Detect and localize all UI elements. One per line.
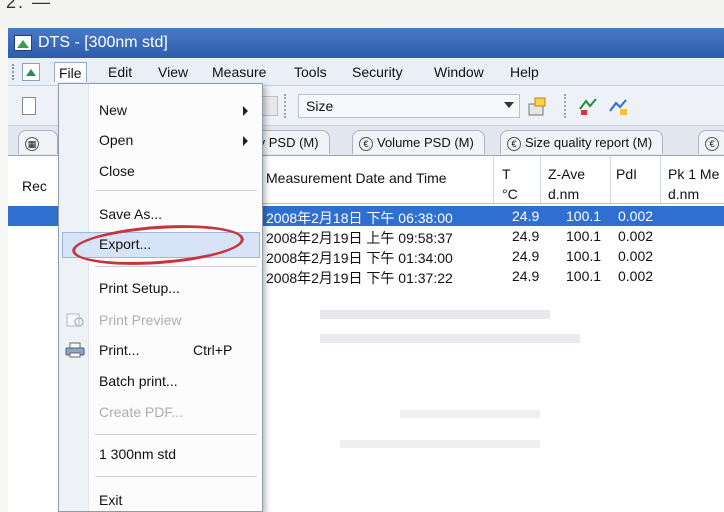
- menu-item-batch-print[interactable]: Batch print...: [99, 373, 178, 389]
- menu-separator: [95, 190, 257, 191]
- report-icon: €: [507, 136, 521, 151]
- submenu-arrow-icon: [243, 136, 248, 146]
- cropped-caption: 2. —: [6, 0, 53, 12]
- cell-zave: 100.1: [566, 208, 602, 224]
- file-menu-dropdown: New Open Close Save As... Export... Prin…: [58, 83, 263, 512]
- menu-separator: [95, 476, 257, 477]
- cell-zave: 100.1: [566, 248, 602, 264]
- document-window-icon[interactable]: [22, 63, 40, 81]
- menu-security[interactable]: Security: [348, 62, 407, 82]
- column-unit-zave: d.nm: [548, 186, 580, 202]
- cell-zave: 100.1: [566, 268, 602, 284]
- menu-item-create-pdf: Create PDF...: [99, 404, 184, 420]
- menu-item-recent-file[interactable]: 1 300nm std: [99, 446, 176, 462]
- toolbar-separator: [564, 94, 566, 118]
- menu-item-print-setup[interactable]: Print Setup...: [99, 280, 180, 296]
- row-header-label: Rec: [22, 178, 47, 194]
- menu-item-exit[interactable]: Exit: [99, 492, 122, 508]
- print-shortcut: Ctrl+P: [193, 342, 233, 358]
- cell-pdi: 0.002: [618, 208, 654, 224]
- cell-date: 2008年2月19日 下午 01:37:22: [266, 270, 453, 286]
- column-header-zave[interactable]: Z-Ave: [548, 166, 585, 182]
- size-label: Size: [306, 98, 334, 114]
- menu-measure[interactable]: Measure: [208, 62, 270, 82]
- table-icon: ▦: [25, 136, 39, 151]
- menu-icon-gutter: [59, 84, 89, 511]
- window-title: DTS - [300nm std]: [38, 34, 168, 51]
- tab-more[interactable]: €: [698, 130, 724, 154]
- column-divider: [610, 156, 611, 204]
- menu-item-save-as[interactable]: Save As...: [99, 206, 162, 222]
- chevron-down-icon[interactable]: [504, 102, 514, 108]
- menu-help[interactable]: Help: [506, 62, 543, 82]
- menu-edit[interactable]: Edit: [104, 62, 136, 82]
- menu-tools[interactable]: Tools: [290, 62, 331, 82]
- cell-date: 2008年2月19日 下午 01:34:00: [266, 250, 453, 266]
- cell-zave: 100.1: [566, 228, 602, 244]
- column-divider: [540, 156, 541, 204]
- sort-records-icon[interactable]: [608, 95, 630, 117]
- report-icon: €: [705, 136, 719, 151]
- cell-temperature: 24.9: [512, 208, 540, 224]
- column-unit-pk1: d.nm: [668, 186, 700, 202]
- menu-item-print-preview: Print Preview: [99, 312, 182, 328]
- tab-size-quality-report[interactable]: € Size quality report (M): [500, 130, 664, 154]
- export-settings-icon[interactable]: [526, 95, 548, 117]
- menu-file[interactable]: File: [54, 62, 87, 82]
- column-header-pdi[interactable]: PdI: [616, 166, 637, 182]
- menu-separator: [95, 266, 257, 267]
- tab-volume-psd[interactable]: € Volume PSD (M): [352, 130, 485, 154]
- cell-temperature: 24.9: [512, 228, 540, 244]
- cell-pdi: 0.002: [618, 228, 654, 244]
- grip-icon: [12, 64, 15, 80]
- column-divider: [660, 156, 661, 204]
- cell-date: 2008年2月19日 上午 09:58:37: [266, 230, 453, 246]
- new-document-icon[interactable]: [22, 97, 36, 115]
- column-header-pk1[interactable]: Pk 1 Me: [668, 166, 719, 182]
- page-top-strip: 2. —: [0, 0, 724, 30]
- print-preview-icon: [66, 313, 84, 327]
- column-header-temperature[interactable]: T: [502, 166, 511, 182]
- column-divider: [493, 156, 494, 204]
- title-bar: DTS - [300nm std]: [8, 28, 724, 58]
- cell-pdi: 0.002: [618, 268, 654, 284]
- compare-records-icon[interactable]: [578, 95, 600, 117]
- menu-item-new[interactable]: New: [99, 102, 127, 118]
- submenu-arrow-icon: [243, 106, 248, 116]
- menu-item-open[interactable]: Open: [99, 132, 133, 148]
- cell-pdi: 0.002: [618, 248, 654, 264]
- column-unit-temperature: °C: [502, 186, 518, 202]
- tab-records[interactable]: ▦: [18, 130, 58, 154]
- column-header-date[interactable]: Measurement Date and Time: [266, 170, 447, 186]
- bleed-through-area: [300, 300, 720, 480]
- menu-item-print[interactable]: Print...: [99, 342, 139, 358]
- report-icon: €: [359, 136, 373, 151]
- toolbar-separator: [284, 94, 286, 118]
- menu-bar: File Edit View Measure Tools Security Wi…: [8, 58, 724, 86]
- header-divider: [256, 203, 724, 204]
- menu-window[interactable]: Window: [430, 62, 488, 82]
- menu-separator: [95, 434, 257, 435]
- cell-temperature: 24.9: [512, 268, 540, 284]
- cell-temperature: 24.9: [512, 248, 540, 264]
- printer-icon: [65, 342, 85, 358]
- menu-item-close[interactable]: Close: [99, 163, 135, 179]
- cell-date: 2008年2月18日 下午 06:38:00: [266, 210, 453, 226]
- app-icon: [14, 35, 32, 51]
- menu-view[interactable]: View: [154, 62, 192, 82]
